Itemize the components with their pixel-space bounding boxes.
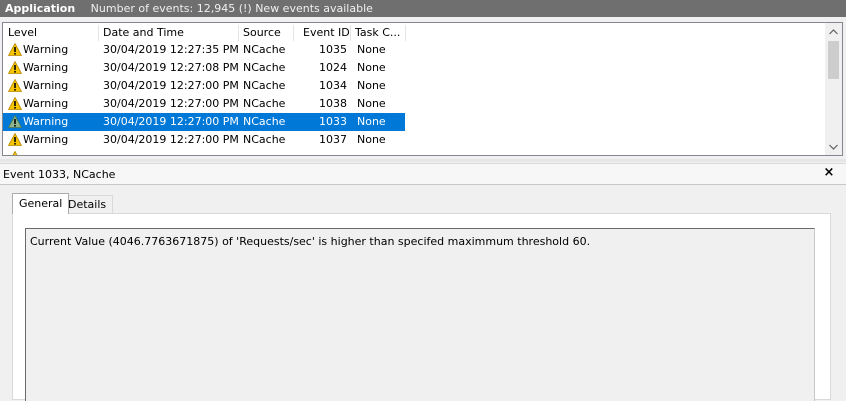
source-cell: NCache (243, 61, 286, 74)
date-cell: 30/04/2019 12:27:08 PM (103, 61, 239, 74)
column-level[interactable]: Level (3, 23, 98, 43)
scrollbar-thumb[interactable] (828, 41, 839, 79)
level-label: Warning (23, 115, 69, 128)
tab-general[interactable]: General (12, 193, 70, 214)
source-cell: NCache (243, 79, 286, 92)
event-id-cell: 1038 (319, 97, 347, 110)
task-cell: None (357, 79, 386, 92)
date-cell: 30/04/2019 12:27:00 PM (103, 79, 239, 92)
event-message-box[interactable]: Current Value (4046.7763671875) of 'Requ… (25, 228, 815, 401)
task-cell: None (357, 133, 386, 146)
source-cell: NCache (243, 43, 286, 56)
table-row-selected[interactable]: Warning 30/04/2019 12:27:00 PM NCache 10… (3, 113, 823, 131)
event-id-cell: 1024 (319, 61, 347, 74)
level-label: Warning (23, 97, 69, 110)
general-tab-panel: Current Value (4046.7763671875) of 'Requ… (12, 213, 831, 401)
table-row[interactable]: Warning 30/04/2019 12:27:00 PM NCache 10… (3, 77, 823, 95)
event-id-cell: 1033 (319, 115, 347, 128)
warning-triangle-icon (8, 79, 22, 92)
table-row[interactable]: Warning 30/04/2019 12:27:08 PM NCache 10… (3, 59, 823, 77)
chevron-up-icon[interactable] (825, 23, 842, 40)
column-task-category[interactable]: Task C... (350, 23, 405, 43)
level-label: Warning (23, 61, 69, 74)
date-cell: 30/04/2019 12:27:35 PM (103, 43, 239, 56)
task-cell: None (357, 115, 386, 128)
column-event-id[interactable]: Event ID (298, 23, 350, 43)
warning-triangle-icon (8, 115, 22, 128)
source-cell: NCache (243, 97, 286, 110)
event-detail-title: Event 1033, NCache (0, 163, 846, 185)
pane-splitter[interactable] (0, 159, 846, 162)
event-id-cell: 1034 (319, 79, 347, 92)
date-cell: 30/04/2019 12:27:00 PM (103, 133, 239, 146)
table-row[interactable]: Warning 30/04/2019 12:27:00 PM NCache 10… (3, 131, 823, 149)
chevron-down-icon[interactable] (825, 138, 842, 155)
event-id-cell: 1037 (319, 133, 347, 146)
column-divider[interactable] (293, 25, 294, 41)
task-cell: None (357, 61, 386, 74)
warning-triangle-icon (12, 151, 18, 155)
column-date-time[interactable]: Date and Time (98, 23, 238, 43)
table-row[interactable]: Warning 30/04/2019 12:27:00 PM NCache 10… (3, 95, 823, 113)
task-cell: None (357, 97, 386, 110)
column-source[interactable]: Source (238, 23, 293, 43)
date-cell: 30/04/2019 12:27:00 PM (103, 115, 239, 128)
level-label: Warning (23, 133, 69, 146)
column-divider[interactable] (405, 25, 406, 41)
close-icon[interactable]: × (822, 166, 836, 180)
table-row[interactable]: Warning 30/04/2019 12:27:35 PM NCache 10… (3, 41, 823, 59)
column-header-row: Level Date and Time Source Event ID Task… (3, 23, 823, 43)
warning-triangle-icon (8, 133, 22, 146)
log-header-bar: Application Number of events: 12,945 (!)… (0, 0, 846, 17)
task-cell: None (357, 43, 386, 56)
event-rows: Warning 30/04/2019 12:27:35 PM NCache 10… (3, 41, 823, 149)
level-label: Warning (23, 43, 69, 56)
event-count[interactable]: Number of events: 12,945 (!) New events … (91, 2, 373, 15)
warning-triangle-icon (8, 97, 22, 110)
source-cell: NCache (243, 115, 286, 128)
warning-triangle-icon (8, 43, 22, 56)
level-label: Warning (23, 79, 69, 92)
warning-triangle-icon (8, 61, 22, 74)
event-id-cell: 1035 (319, 43, 347, 56)
vertical-scrollbar[interactable] (825, 23, 842, 155)
event-list[interactable]: Level Date and Time Source Event ID Task… (2, 22, 843, 156)
date-cell: 30/04/2019 12:27:00 PM (103, 97, 239, 110)
source-cell: NCache (243, 133, 286, 146)
log-title: Application (5, 2, 76, 15)
